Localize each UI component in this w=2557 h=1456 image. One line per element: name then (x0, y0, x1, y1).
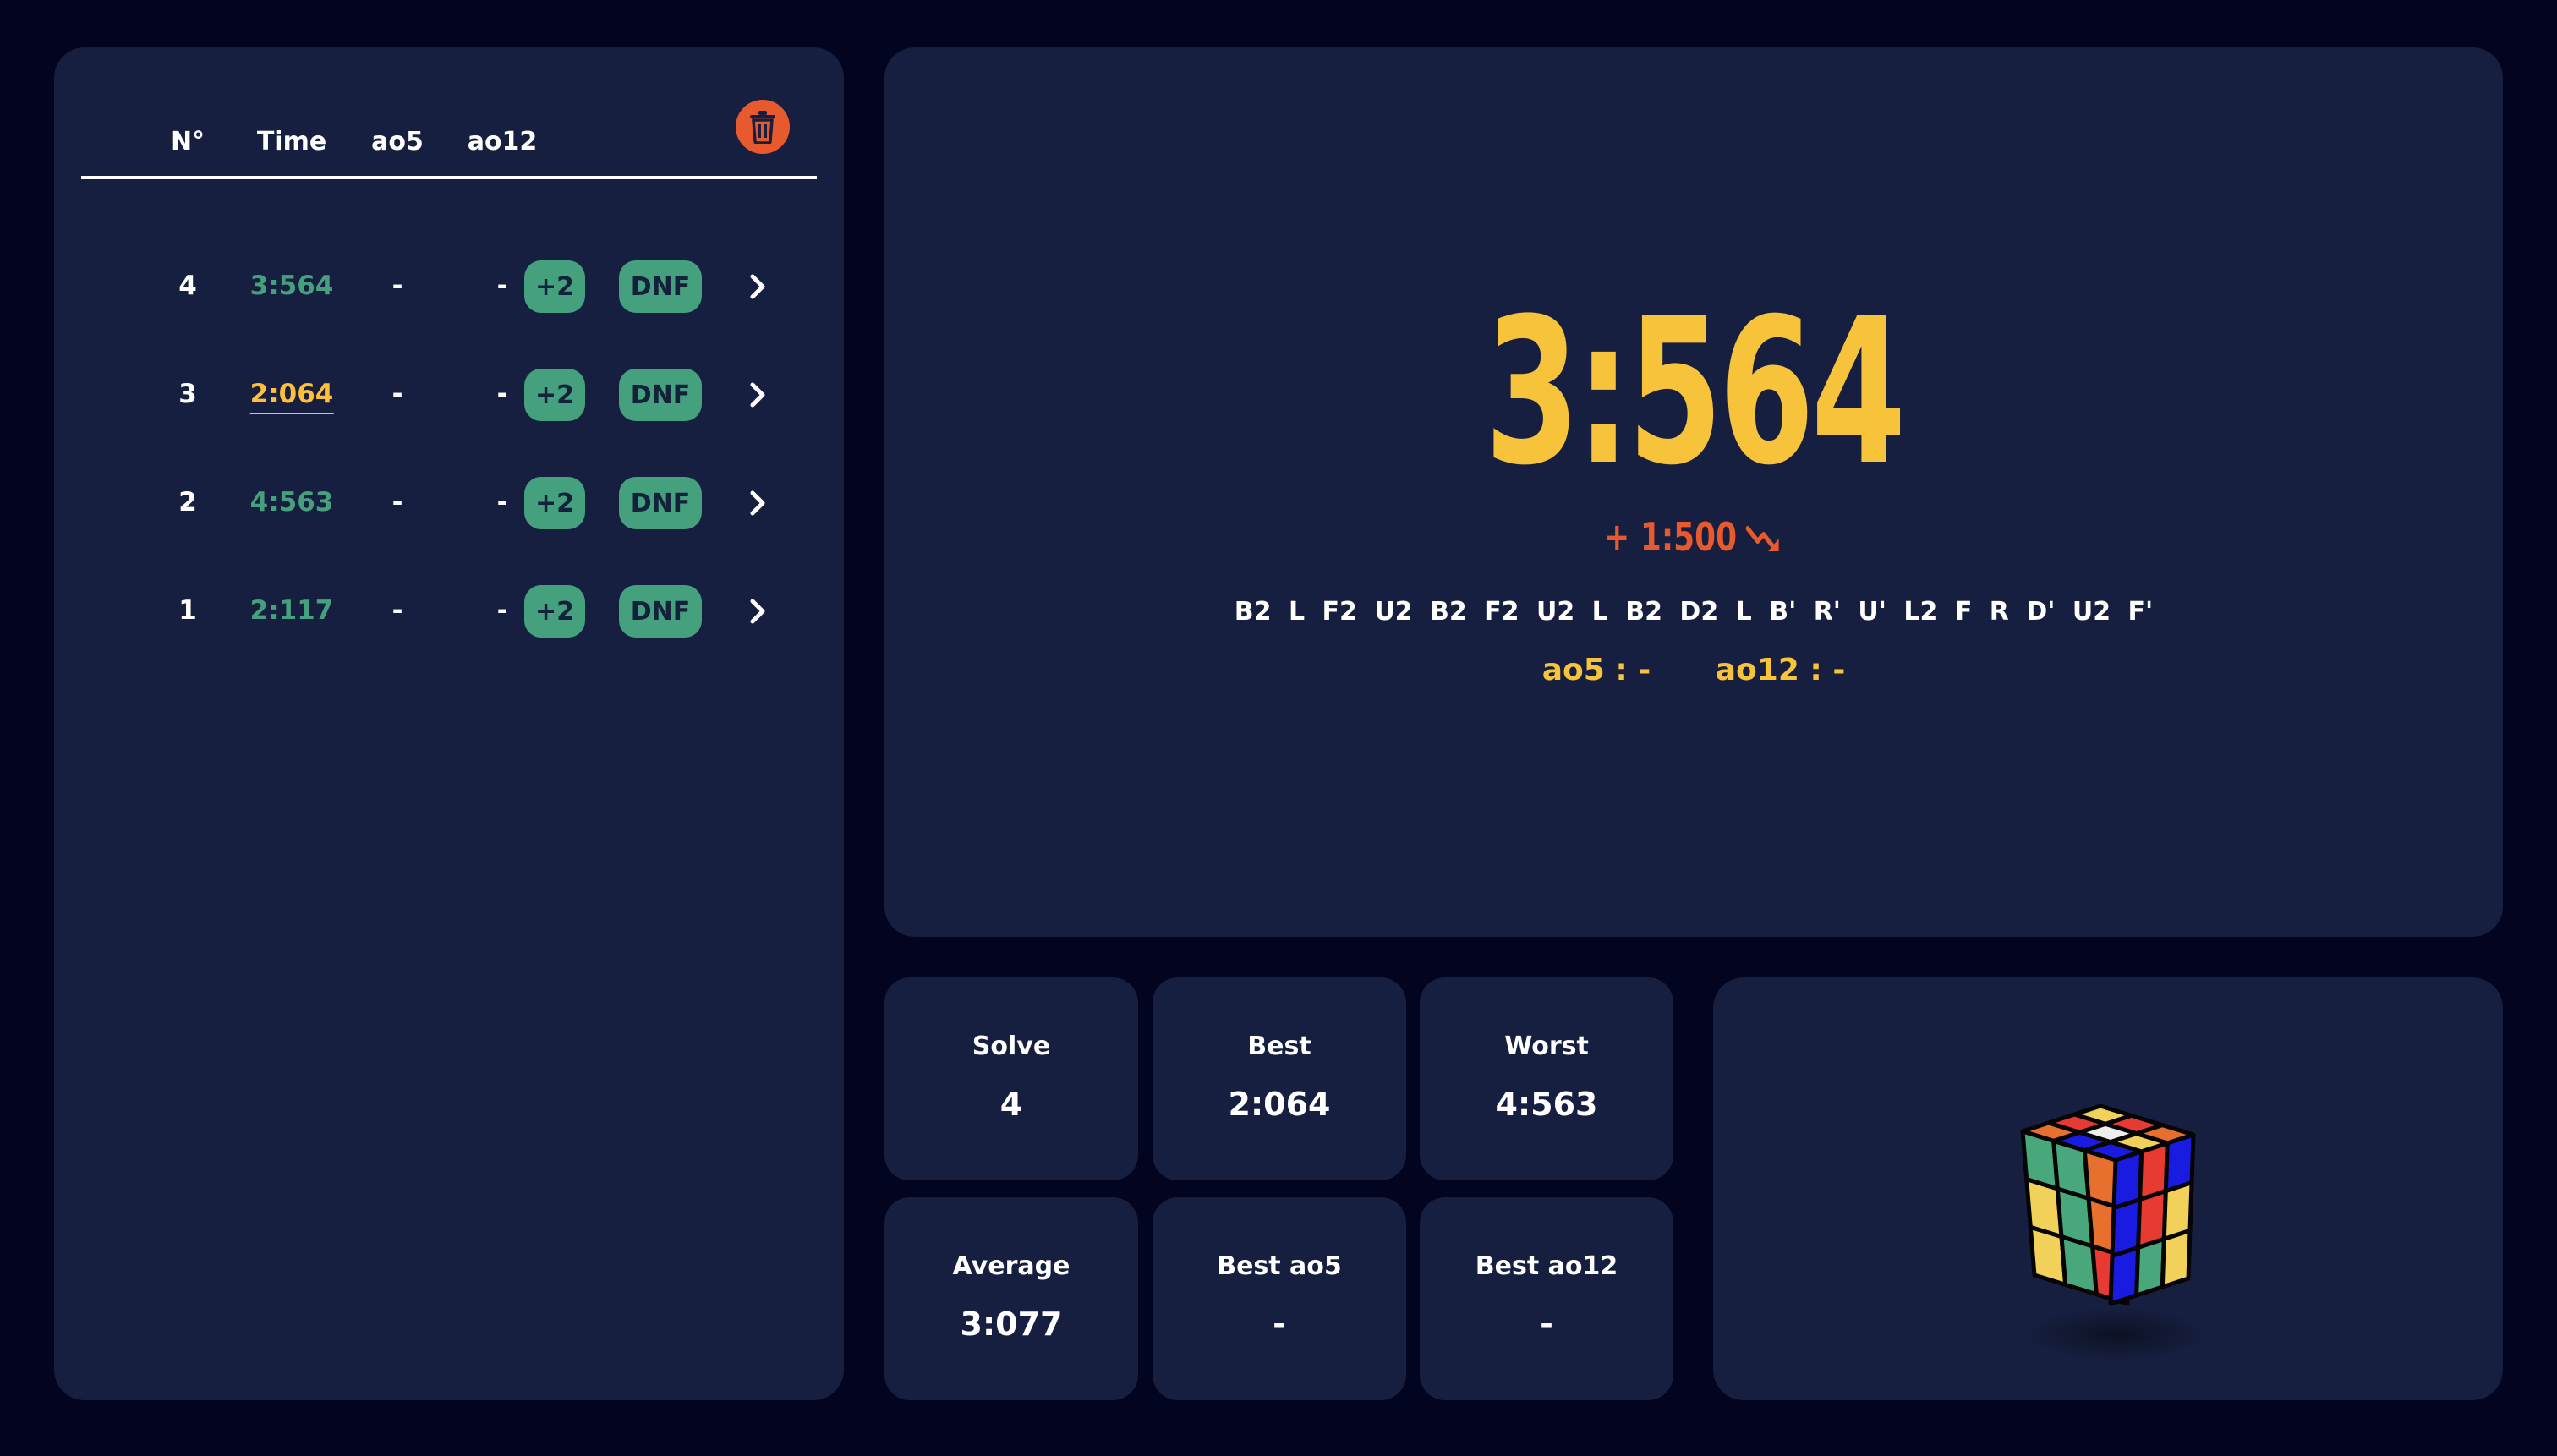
solve-history-panel: N° Time ao5 ao12 4 3:564 - - +2 DNF 3 2:… (54, 47, 844, 1400)
solve-ao5: - (391, 379, 403, 409)
solve-ao12: - (496, 271, 508, 301)
dnf-button[interactable]: DNF (619, 585, 702, 638)
stat-card-best-ao12: Best ao12 - (1420, 1197, 1673, 1400)
solve-number: 2 (178, 487, 197, 517)
solve-time[interactable]: 2:064 (249, 379, 334, 414)
current-ao12: ao12 : - (1715, 653, 1846, 687)
history-row: 1 2:117 - - +2 DNF (54, 556, 844, 665)
time-delta: + 1:500 (1063, 514, 2325, 560)
stat-value: 3:077 (960, 1305, 1063, 1343)
dnf-button[interactable]: DNF (619, 260, 702, 313)
rubiks-cube-icon (2020, 1103, 2210, 1361)
stat-card-best-ao5: Best ao5 - (1153, 1197, 1406, 1400)
solve-ao5: - (391, 595, 403, 626)
history-row: 4 3:564 - - +2 DNF (54, 232, 844, 340)
stat-label: Best ao5 (1217, 1251, 1342, 1281)
header-time: Time (256, 127, 327, 156)
stat-label: Best (1247, 1032, 1311, 1061)
header-ao5: ao5 (371, 127, 424, 156)
cube-preview-panel (1713, 977, 2503, 1400)
plus-two-button[interactable]: +2 (524, 260, 585, 313)
solve-ao5: - (391, 487, 403, 517)
stat-value: 4 (999, 1086, 1023, 1123)
stat-card-solve: Solve 4 (884, 977, 1138, 1180)
stat-card-average: Average 3:077 (884, 1197, 1138, 1400)
stat-card-best: Best 2:064 (1153, 977, 1406, 1180)
header-ao12: ao12 (467, 127, 538, 156)
plus-two-button[interactable]: +2 (524, 477, 585, 529)
solve-time[interactable]: 3:564 (250, 271, 334, 301)
stat-card-worst: Worst 4:563 (1420, 977, 1673, 1180)
timer-panel[interactable]: 3:564 + 1:500 B2 L F2 U2 B2 F2 U2 L B2 D… (884, 47, 2503, 937)
solve-number: 4 (178, 271, 197, 301)
stat-value: - (1540, 1305, 1553, 1343)
stat-label: Solve (972, 1032, 1051, 1061)
stat-label: Average (952, 1251, 1070, 1281)
chevron-right-icon[interactable] (749, 273, 766, 300)
stat-value: - (1273, 1305, 1286, 1343)
solve-time[interactable]: 4:563 (250, 487, 334, 517)
chevron-right-icon[interactable] (749, 598, 766, 625)
history-row: 3 2:064 - - +2 DNF (54, 340, 844, 448)
stat-label: Worst (1504, 1032, 1589, 1061)
dnf-button[interactable]: DNF (619, 477, 702, 529)
current-time: 3:564 (1484, 276, 1907, 510)
current-averages: ao5 : - ao12 : - (884, 653, 2503, 687)
history-list: 4 3:564 - - +2 DNF 3 2:064 - - +2 DNF 2 … (54, 232, 844, 665)
solve-ao12: - (496, 379, 508, 409)
stat-label: Best ao12 (1475, 1251, 1618, 1281)
trend-down-icon (1745, 525, 1779, 551)
solve-ao12: - (496, 487, 508, 517)
stat-value: 2:064 (1228, 1086, 1331, 1123)
solve-time[interactable]: 2:117 (250, 595, 334, 626)
solve-number: 3 (178, 379, 197, 409)
history-header: N° Time ao5 ao12 (81, 98, 817, 179)
header-number: N° (170, 127, 205, 156)
scramble-text: B2 L F2 U2 B2 F2 U2 L B2 D2 L B' R' U' L… (1234, 597, 2154, 627)
chevron-right-icon[interactable] (749, 381, 766, 408)
dnf-button[interactable]: DNF (619, 369, 702, 421)
solve-ao5: - (391, 271, 403, 301)
history-row: 2 4:563 - - +2 DNF (54, 448, 844, 556)
trash-icon (750, 111, 775, 144)
current-ao5: ao5 : - (1541, 653, 1651, 687)
plus-two-button[interactable]: +2 (524, 369, 585, 421)
delta-value: + 1:500 (1604, 514, 1738, 560)
chevron-right-icon[interactable] (749, 490, 766, 517)
solve-number: 1 (178, 595, 197, 626)
stat-value: 4:563 (1495, 1086, 1598, 1123)
solve-ao12: - (496, 595, 508, 626)
plus-two-button[interactable]: +2 (524, 585, 585, 638)
clear-history-button[interactable] (736, 100, 790, 154)
